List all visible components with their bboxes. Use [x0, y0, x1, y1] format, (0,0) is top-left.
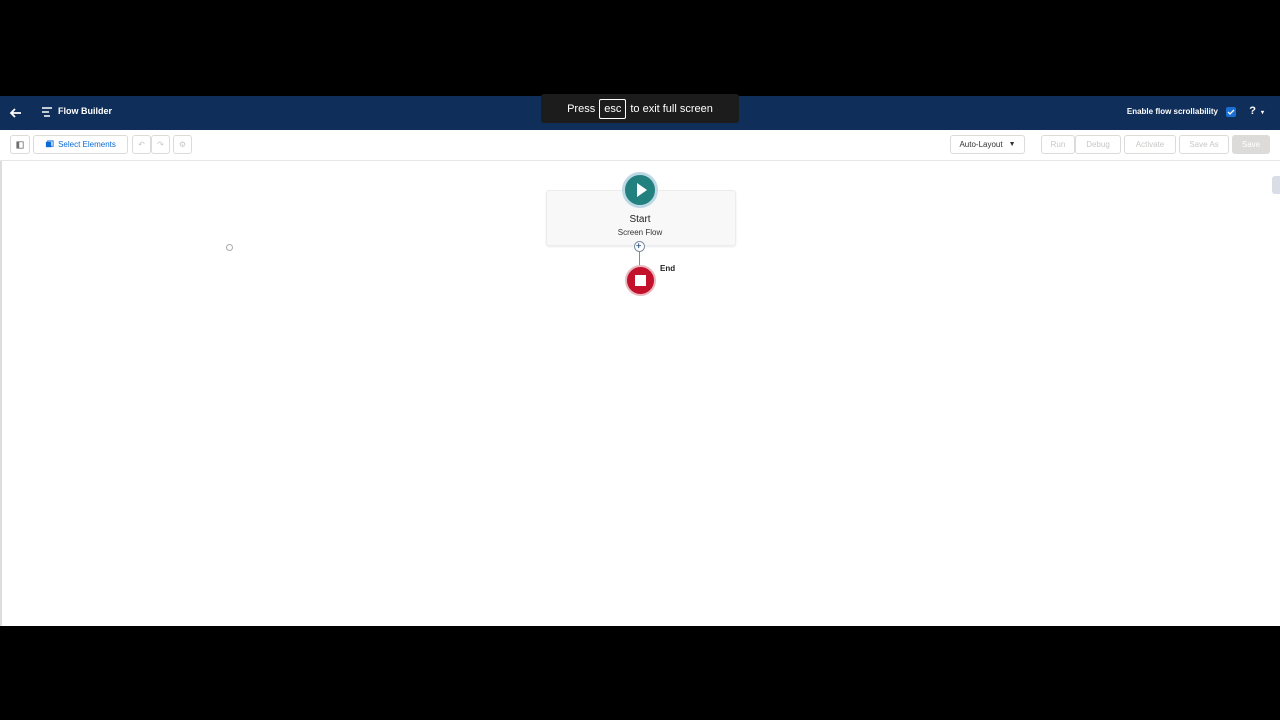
redo-button[interactable]: ↷ [151, 135, 170, 154]
debug-button[interactable]: Debug [1075, 135, 1121, 154]
debug-label: Debug [1086, 140, 1110, 149]
plus-icon [636, 243, 642, 249]
toast-press: Press [567, 102, 596, 115]
save-as-label: Save As [1189, 140, 1219, 149]
panel-icon [16, 140, 24, 149]
toast-message: to exit full screen [630, 102, 713, 115]
select-icon [45, 140, 54, 148]
undo-icon: ↶ [138, 140, 145, 149]
settings-button[interactable]: ⚙ [173, 135, 192, 154]
layout-dropdown[interactable]: Auto-Layout ▼ [950, 135, 1025, 154]
save-button[interactable]: Save [1232, 135, 1270, 154]
scrollability-checkbox[interactable] [1226, 107, 1236, 117]
toast-esc-key: esc [599, 98, 627, 119]
save-as-button[interactable]: Save As [1179, 135, 1229, 154]
select-elements-label: Select Elements [58, 140, 116, 149]
check-icon [1227, 109, 1235, 115]
help-menu[interactable]: ? ▾ [1249, 105, 1264, 117]
select-elements-button[interactable]: Select Elements [33, 135, 128, 154]
gear-icon: ⚙ [178, 140, 187, 149]
fullscreen-toast: Press esc to exit full screen [541, 94, 739, 123]
save-label: Save [1241, 140, 1261, 149]
activate-label: Activate [1135, 140, 1165, 149]
redo-icon: ↷ [157, 140, 164, 149]
app-title: Flow Builder [58, 106, 112, 116]
end-label: End [660, 264, 676, 273]
undo-button[interactable]: ↶ [132, 135, 151, 154]
play-icon [637, 183, 647, 197]
help-icon: ? [1249, 105, 1256, 117]
chevron-down-icon: ▼ [1008, 141, 1016, 148]
side-panel-tab[interactable] [1272, 176, 1280, 194]
mouse-cursor [226, 244, 233, 251]
activate-button[interactable]: Activate [1124, 135, 1176, 154]
chevron-down-icon: ▾ [1260, 110, 1264, 116]
toolbar: Select Elements ↶ ↷ ⚙ Auto-Layout ▼ Run … [0, 130, 1280, 161]
flow-builder-icon [42, 107, 52, 117]
scrollability-label: Enable flow scrollability [1126, 107, 1218, 116]
back-arrow-icon[interactable] [8, 105, 24, 121]
stop-icon [635, 275, 646, 286]
add-element-button[interactable] [634, 241, 645, 252]
end-element-icon[interactable] [625, 265, 656, 296]
start-subtitle: Screen Flow [617, 228, 663, 237]
run-label: Run [1050, 140, 1066, 149]
layout-label: Auto-Layout [959, 140, 1003, 149]
start-label: Start [629, 214, 651, 225]
run-button[interactable]: Run [1041, 135, 1075, 154]
toggle-panel-button[interactable] [10, 135, 30, 154]
start-element-icon[interactable] [622, 172, 658, 208]
